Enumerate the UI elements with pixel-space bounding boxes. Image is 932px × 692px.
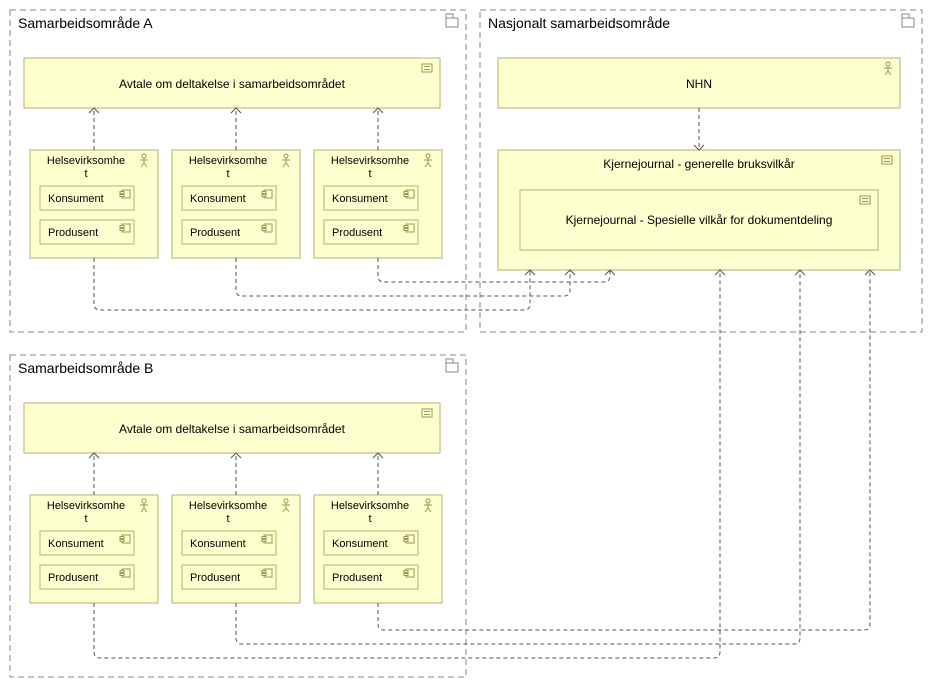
svg-text:Produsent: Produsent (190, 572, 240, 584)
svg-text:Helsevirksomhe: Helsevirksomhe (47, 155, 125, 167)
svg-text:Helsevirksomhe: Helsevirksomhe (331, 500, 409, 512)
svg-text:t: t (368, 168, 371, 180)
agreement-a-label: Avtale om deltakelse i samarbeidsområdet (119, 77, 346, 91)
nhn-label: NHN (686, 77, 712, 91)
entity-b1: Helsevirksomhe t Konsument Produsent (30, 495, 158, 603)
uml-diagram: Samarbeidsområde A Avtale om deltakelse … (0, 0, 932, 692)
agreement-b-label: Avtale om deltakelse i samarbeidsområdet (119, 422, 346, 436)
entity-a2: Helsevirksomhe t Konsument Produsent (172, 150, 300, 258)
svg-text:Produsent: Produsent (48, 572, 98, 584)
svg-text:t: t (368, 513, 371, 525)
svg-text:Helsevirksomhe: Helsevirksomhe (189, 155, 267, 167)
svg-text:Helsevirksomhe: Helsevirksomhe (47, 500, 125, 512)
svg-text:Konsument: Konsument (332, 538, 388, 550)
entity-a1: Helsevirksomhe t Konsument Produsent (30, 150, 158, 258)
folder-icon (446, 14, 458, 27)
entity-b3: Helsevirksomhe t Konsument Produsent (314, 495, 442, 603)
nhn-box: NHN (498, 58, 900, 108)
svg-text:Produsent: Produsent (190, 227, 240, 239)
package-b: Samarbeidsområde B Avtale om deltakelse … (10, 355, 466, 677)
svg-text:t: t (84, 168, 87, 180)
svg-text:t: t (226, 168, 229, 180)
svg-text:Konsument: Konsument (48, 193, 104, 205)
svg-text:t: t (226, 513, 229, 525)
package-a-title: Samarbeidsområde A (18, 15, 153, 31)
svg-text:Konsument: Konsument (190, 538, 246, 550)
package-b-title: Samarbeidsområde B (18, 360, 153, 376)
kj-special-label: Kjernejournal - Spesielle vilkår for dok… (566, 213, 833, 227)
svg-text:Produsent: Produsent (48, 227, 98, 239)
svg-text:Helsevirksomhe: Helsevirksomhe (189, 500, 267, 512)
entity-a3: Helsevirksomhe t Konsument Produsent (314, 150, 442, 258)
svg-text:Produsent: Produsent (332, 572, 382, 584)
agreement-b: Avtale om deltakelse i samarbeidsområdet (24, 403, 440, 453)
folder-icon (446, 359, 458, 372)
svg-text:Konsument: Konsument (48, 538, 104, 550)
folder-icon (902, 14, 914, 27)
svg-text:Konsument: Konsument (190, 193, 246, 205)
svg-text:Konsument: Konsument (332, 193, 388, 205)
kj-general-label: Kjernejournal - generelle bruksvilkår (603, 157, 794, 171)
svg-text:t: t (84, 513, 87, 525)
package-n-title: Nasjonalt samarbeidsområde (488, 15, 670, 31)
entity-b2: Helsevirksomhe t Konsument Produsent (172, 495, 300, 603)
kjernejournal-general: Kjernejournal - generelle bruksvilkår Kj… (498, 150, 900, 270)
agreement-a: Avtale om deltakelse i samarbeidsområdet (24, 58, 440, 108)
svg-text:Helsevirksomhe: Helsevirksomhe (331, 155, 409, 167)
package-n: Nasjonalt samarbeidsområde NHN Kjernejou… (480, 10, 922, 332)
package-a: Samarbeidsområde A Avtale om deltakelse … (10, 10, 466, 332)
svg-text:Produsent: Produsent (332, 227, 382, 239)
